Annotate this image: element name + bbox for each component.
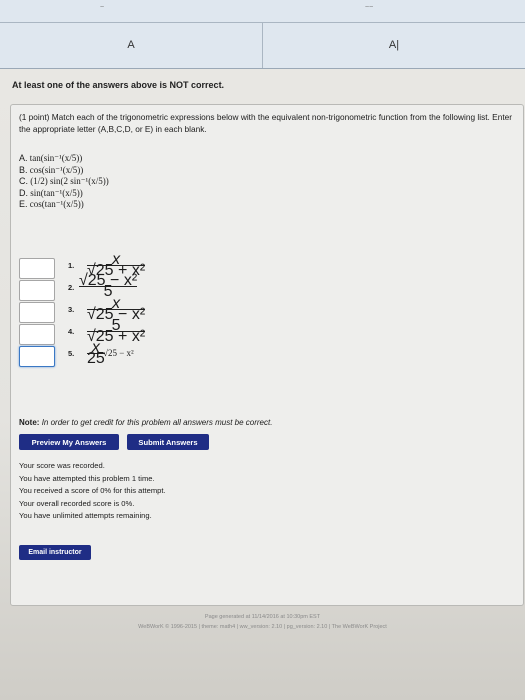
item-number: 3.: [68, 305, 75, 314]
choice-item: E. cos(tan⁻¹(x/5)): [19, 199, 84, 209]
results-cell-entered: A: [0, 22, 263, 68]
item-number: 4.: [68, 327, 75, 336]
problem-text: Match each of the trigonometric expressi…: [19, 112, 512, 134]
status-line: Your overall recorded score is 0%.: [19, 498, 135, 508]
problem-points: (1 point): [19, 112, 50, 122]
header-mark: ~~: [365, 4, 374, 11]
answer-row-3: 3. x √25 − x²: [19, 296, 179, 323]
status-line: You have attempted this problem 1 time.: [19, 473, 155, 483]
email-instructor-button[interactable]: Email instructor: [19, 545, 91, 560]
webwork-page: ~ ~~ A A| At least one of the answers ab…: [0, 0, 525, 700]
answer-row-5: 5. x 25 √25 − x²: [19, 340, 179, 367]
results-header-row: [0, 0, 525, 23]
results-cell-label: A: [127, 39, 135, 51]
answer-input-1[interactable]: [19, 258, 55, 279]
footer-copyright: WeBWorK © 1996-2015 | theme: math4 | ww_…: [138, 624, 387, 630]
score-status: Your score was recorded. You have attemp…: [19, 460, 166, 523]
choice-list: A. tan(sin⁻¹(x/5)) B. cos(sin⁻¹(x/5)) C.…: [19, 153, 109, 211]
item-number: 1.: [68, 261, 75, 270]
item-number: 5.: [68, 349, 75, 358]
footer-generated: Page generated at 11/14/2016 at 10:30pm …: [204, 614, 321, 620]
choice-item: A. tan(sin⁻¹(x/5)): [19, 153, 83, 163]
answer-row-2: 2. √25 − x² 5: [19, 272, 179, 301]
answer-input-3[interactable]: [19, 302, 55, 323]
item-expression: √25 − x² 5: [79, 272, 138, 300]
preview-answers-button[interactable]: Preview My Answers: [19, 434, 119, 450]
status-line: Your score was recorded.: [19, 461, 105, 470]
header-mark: ~: [100, 4, 105, 11]
problem-prompt: (1 point) Match each of the trigonometri…: [19, 111, 519, 135]
results-cell-preview: A|: [263, 22, 525, 68]
feedback-message: At least one of the answers above is NOT…: [12, 80, 225, 90]
submit-answers-button[interactable]: Submit Answers: [127, 434, 209, 450]
choice-item: B. cos(sin⁻¹(x/5)): [19, 164, 84, 175]
results-cell-label: A|: [388, 39, 400, 51]
answer-input-4[interactable]: [19, 324, 55, 345]
answer-results-table: ~ ~~ A A|: [0, 0, 525, 69]
answer-input-5[interactable]: [19, 346, 55, 367]
status-line: You received a score of 0% for this atte…: [19, 486, 166, 495]
item-number: 2.: [68, 283, 75, 292]
choice-item: C. (1/2) sin(2 sin⁻¹(x/5)): [19, 176, 109, 186]
problem-note: Note: In order to get credit for this pr…: [19, 418, 273, 427]
status-line: You have unlimited attempts remaining.: [19, 511, 152, 520]
choice-item: D. sin(tan⁻¹(x/5)): [19, 187, 83, 198]
item-expression-tail: √25 − x²: [103, 348, 134, 358]
problem-panel: (1 point) Match each of the trigonometri…: [10, 104, 524, 606]
answer-input-2[interactable]: [19, 280, 55, 301]
